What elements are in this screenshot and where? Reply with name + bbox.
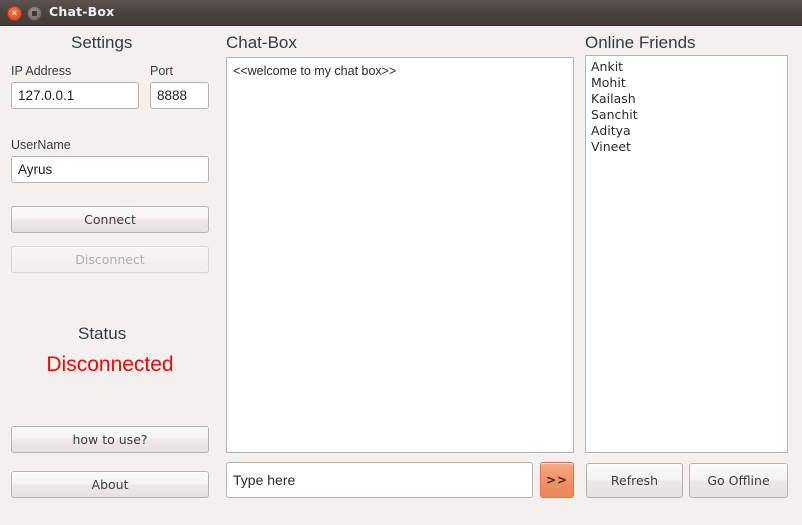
maximize-icon[interactable]: [27, 6, 42, 21]
username-label: UserName: [11, 138, 71, 152]
chat-log[interactable]: <<welcome to my chat box>>: [226, 57, 574, 453]
chat-heading: Chat-Box: [226, 33, 297, 52]
port-input[interactable]: 8888: [150, 82, 209, 109]
list-item[interactable]: Mohit: [586, 75, 787, 91]
window-titlebar: × Chat-Box: [0, 0, 802, 26]
send-button[interactable]: >>: [540, 462, 574, 498]
online-friends-heading: Online Friends: [585, 33, 696, 52]
list-item[interactable]: Sanchit: [586, 107, 787, 123]
ip-address-input[interactable]: 127.0.0.1: [11, 82, 139, 109]
go-offline-button[interactable]: Go Offline: [689, 463, 788, 498]
list-item[interactable]: Ankit: [586, 59, 787, 75]
refresh-button[interactable]: Refresh: [586, 463, 683, 498]
chat-box-window: × Chat-Box Settings IP Address 127.0.0.1…: [0, 0, 802, 525]
list-item[interactable]: Vineet: [586, 139, 787, 155]
chat-message-input[interactable]: Type here: [226, 462, 533, 498]
ip-address-value: 127.0.0.1: [18, 88, 75, 103]
chat-message: <<welcome to my chat box>>: [233, 64, 397, 78]
username-value: Ayrus: [18, 162, 53, 177]
about-button[interactable]: About: [11, 471, 209, 498]
ip-address-label: IP Address: [11, 64, 72, 78]
username-input[interactable]: Ayrus: [11, 156, 209, 183]
list-item[interactable]: Kailash: [586, 91, 787, 107]
settings-heading: Settings: [71, 33, 133, 52]
online-friends-list[interactable]: Ankit Mohit Kailash Sanchit Aditya Vinee…: [585, 55, 788, 453]
connect-button[interactable]: Connect: [11, 206, 209, 233]
disconnect-button[interactable]: Disconnect: [11, 246, 209, 273]
how-to-use-button[interactable]: how to use?: [11, 426, 209, 453]
maximize-glyph: [32, 11, 37, 16]
port-value: 8888: [157, 88, 188, 103]
status-badge: Disconnected: [46, 353, 174, 376]
window-title: Chat-Box: [49, 4, 115, 19]
status-heading: Status: [78, 324, 127, 343]
list-item[interactable]: Aditya: [586, 123, 787, 139]
close-icon[interactable]: ×: [7, 6, 22, 21]
chat-message-value: Type here: [233, 472, 296, 488]
close-glyph: ×: [11, 8, 18, 18]
port-label: Port: [150, 64, 173, 78]
